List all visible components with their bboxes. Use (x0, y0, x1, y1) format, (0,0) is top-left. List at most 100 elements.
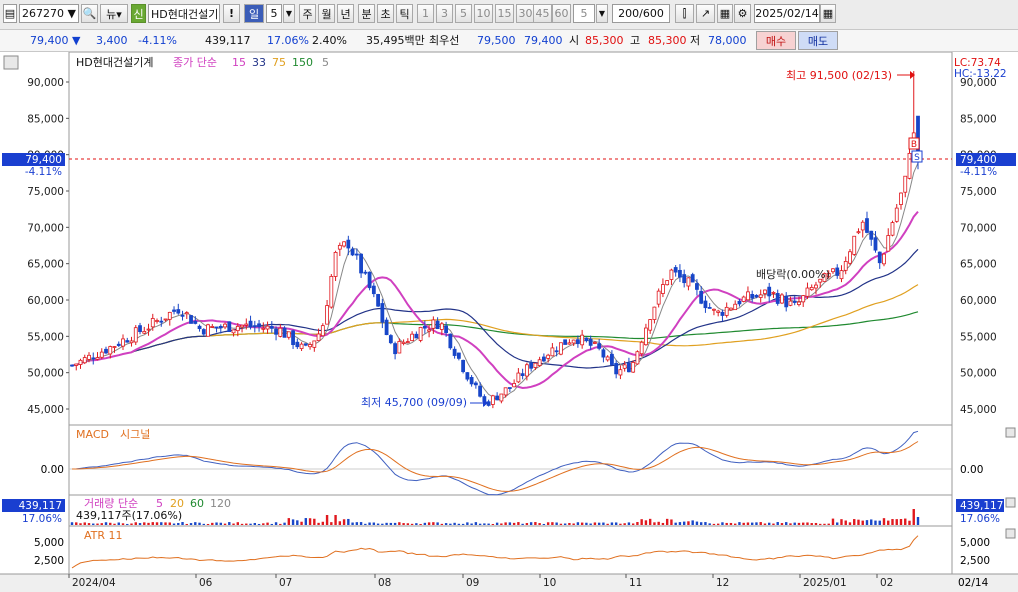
search-icon[interactable]: 🔍 (81, 4, 98, 23)
volume-bar (109, 522, 112, 525)
candle-body (584, 337, 589, 341)
data-count-field[interactable]: 200/600 (612, 4, 670, 23)
sell-button[interactable]: 매도 (798, 31, 838, 50)
volume-bar (810, 523, 813, 525)
interval-1-button[interactable]: 1 (417, 4, 434, 23)
candle-body (507, 387, 512, 389)
candle-body (308, 344, 312, 348)
candle-body (384, 319, 389, 336)
macd-close-icon[interactable] (1005, 427, 1016, 438)
volume-bar (772, 523, 775, 525)
atr-pane[interactable] (68, 525, 953, 575)
volume-bar (172, 523, 176, 525)
stock-name-field[interactable]: HD현대건설기 (148, 4, 220, 23)
candle-body (257, 323, 261, 328)
stock-chart[interactable]: 90,00085,00080,00075,00070,00065,00060,0… (0, 52, 1018, 592)
volume-bar (500, 523, 503, 525)
date-field[interactable]: 2025/02/14 (754, 4, 820, 23)
period-minute-button[interactable]: 분 (358, 4, 375, 23)
price-tick-left: 85,000 (27, 113, 64, 125)
stock-code-value: 267270 (22, 7, 64, 20)
volume-close-icon[interactable] (1005, 497, 1016, 508)
atr-close-icon[interactable] (1005, 528, 1016, 539)
x-axis-label: 06 (199, 577, 213, 589)
interval-60-button[interactable]: 60 (552, 4, 571, 23)
volume-bar (865, 520, 869, 525)
candle-body (575, 339, 580, 345)
interval-45-button[interactable]: 45 (533, 4, 552, 23)
volume-bar (491, 523, 495, 525)
grid-icon[interactable]: ▦ (717, 4, 733, 23)
volume-bar (695, 521, 699, 525)
period-count-field[interactable]: 5 (266, 4, 282, 23)
candle-body (686, 277, 691, 287)
period-month-button[interactable]: 월 (318, 4, 335, 23)
period-year-button[interactable]: 년 (337, 4, 354, 23)
interval-3-button[interactable]: 3 (436, 4, 453, 23)
period-day-button[interactable]: 일 (244, 4, 264, 23)
volume-bar (262, 523, 265, 525)
buy-button[interactable]: 매수 (756, 31, 796, 50)
candle-body (112, 346, 117, 348)
period-week-button[interactable]: 주 (299, 4, 316, 23)
candle-body (758, 294, 763, 298)
volume-bar (232, 523, 235, 525)
volume-bar (861, 520, 864, 525)
interval-5-button[interactable]: 5 (455, 4, 472, 23)
volume-bar (529, 522, 533, 525)
sell-signal-marker: S (911, 150, 923, 163)
stock-code-input[interactable]: 267270 ▼ (19, 4, 79, 23)
candle-body (763, 289, 767, 294)
candle-body (716, 310, 721, 313)
candle-body (295, 341, 300, 348)
gear-icon[interactable]: ⚙ (734, 4, 751, 23)
candle-body (593, 342, 597, 344)
period-tick-button[interactable]: 틱 (396, 4, 413, 23)
volume-bar (814, 522, 818, 525)
candle-body (690, 274, 695, 283)
volume-bar (657, 521, 660, 525)
candle-body (843, 261, 848, 271)
alert-button[interactable]: ! (223, 4, 240, 23)
candle-body (741, 296, 746, 302)
candle-body (848, 251, 852, 264)
chart-type-icon[interactable]: ▤ (3, 4, 17, 23)
volume-bar (699, 522, 703, 525)
interval-dropdown[interactable]: ▼ (596, 4, 608, 23)
candle-body (397, 341, 402, 354)
price-pane[interactable] (68, 52, 953, 426)
period-count-dropdown[interactable]: ▼ (283, 4, 295, 23)
volume-bar (410, 523, 414, 525)
period-second-button[interactable]: 초 (377, 4, 394, 23)
volume-bar (504, 522, 507, 525)
candle-body (439, 323, 444, 330)
candle-body (558, 342, 563, 355)
volume-bar (912, 509, 915, 525)
news-button[interactable]: 뉴▾ (100, 4, 128, 23)
candle-body (422, 325, 427, 329)
candle-body (712, 308, 716, 311)
x-axis-label: 10 (543, 577, 556, 589)
candle-body (733, 303, 738, 311)
atr-legend: ATR 11 (84, 529, 123, 542)
candle-body (724, 306, 729, 316)
price-tick-left: 50,000 (27, 368, 64, 380)
candle-body (142, 331, 147, 334)
interval-custom-field[interactable]: 5 (573, 4, 595, 23)
chart-menu-icon[interactable] (3, 55, 19, 70)
volume-bar (432, 522, 435, 525)
interval-10-button[interactable]: 10 (474, 4, 493, 23)
cur-pct-right: -4.11% (960, 166, 997, 178)
volume-bar (423, 522, 427, 525)
calendar-icon[interactable]: ▦ (820, 4, 836, 23)
interval-15-button[interactable]: 15 (495, 4, 514, 23)
volume-bar (283, 522, 286, 525)
volume-bar (419, 523, 422, 525)
price-tick-left: 60,000 (27, 295, 64, 307)
candle-settings-icon[interactable]: ⫿ (675, 4, 694, 23)
candle-body (146, 328, 151, 331)
line-tool-icon[interactable]: ↗ (696, 4, 715, 23)
candle-body (737, 300, 742, 305)
candle-body (380, 303, 385, 323)
price-tick-right: 45,000 (960, 404, 997, 416)
